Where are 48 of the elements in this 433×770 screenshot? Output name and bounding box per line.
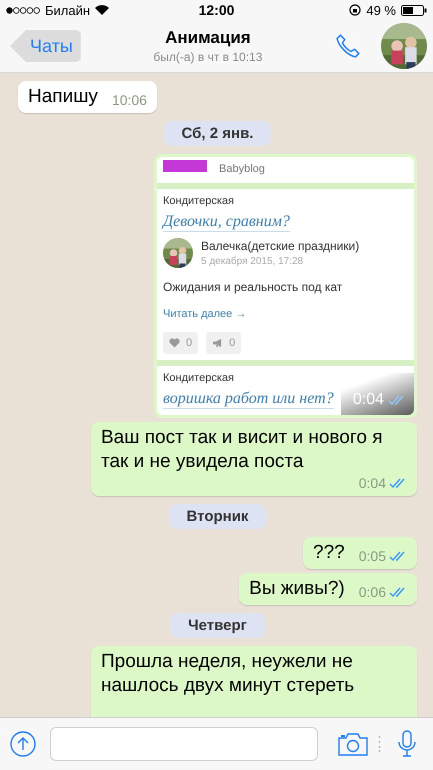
back-button[interactable]: Чаты <box>10 30 81 62</box>
double-check-icon <box>389 550 407 562</box>
message-time: 10:06 <box>112 91 147 109</box>
message-time: 0:04 <box>352 391 384 409</box>
battery-percent: 49 % <box>366 2 396 18</box>
author-name: Валечка(детские праздники) <box>201 239 360 253</box>
date-label: Четверг <box>170 613 265 638</box>
message-input[interactable] <box>50 727 318 761</box>
post-excerpt: Ожидания и реальность под кат <box>163 280 344 294</box>
message-time: 0:06 <box>358 583 386 601</box>
read-more-link[interactable]: Читать далее → <box>163 308 408 320</box>
message-time: 0:05 <box>358 547 386 565</box>
image-message[interactable]: Babyblog Кондитерская Девочки, сравним? Валечка(детские праздники) 5 декабря 2015, 17:28 Ожидания и реальность под кат Читать далее → 0 0 Кондитерская воришка работ или нет? 0:04 <box>154 154 417 418</box>
message-text: Ваш пост так и висит и нового я так и не увидела поста <box>101 426 384 474</box>
last-seen: был(-а) в чт в 10:13 <box>153 50 262 64</box>
post-title: Девочки, сравним? <box>163 213 290 232</box>
upload-icon[interactable] <box>10 731 36 757</box>
post-title: воришка работ или нет? <box>163 390 334 409</box>
divider-dots-icon <box>378 736 381 752</box>
signal-icon <box>6 6 40 14</box>
date-label: Сб, 2 янв. <box>164 121 272 146</box>
message-text: ??? <box>313 541 345 565</box>
site-name: Babyblog <box>219 163 265 175</box>
double-check-icon <box>388 394 406 406</box>
post-category: Кондитерская <box>163 195 235 207</box>
message-text: Прошла неделя, неужели не нашлось двух минут стереть <box>101 650 356 698</box>
double-check-icon <box>389 478 407 488</box>
like-button[interactable]: 0 <box>163 332 198 354</box>
chat-title: Анимация <box>165 28 251 48</box>
post-category: Кондитерская <box>163 372 235 384</box>
camera-icon[interactable] <box>338 732 368 756</box>
share-button[interactable]: 0 <box>206 332 242 354</box>
phone-icon[interactable] <box>335 33 361 59</box>
logo-icon <box>163 160 207 172</box>
date-label: Вторник <box>168 504 266 529</box>
carrier-name: Билайн <box>45 2 90 18</box>
clock-time: 12:00 <box>198 2 234 18</box>
message-text: Напишу <box>28 85 98 109</box>
wifi-icon <box>95 5 110 15</box>
megaphone-icon <box>212 338 224 348</box>
double-check-icon <box>389 586 407 598</box>
microphone-icon[interactable] <box>397 730 417 758</box>
battery-icon <box>401 4 427 16</box>
message-text: Вы живы?) <box>249 577 345 601</box>
post-date: 5 декабря 2015, 17:28 <box>201 256 304 267</box>
heart-icon <box>169 338 180 348</box>
message-time: 0:04 <box>358 474 386 492</box>
rotation-lock-icon <box>349 4 362 16</box>
